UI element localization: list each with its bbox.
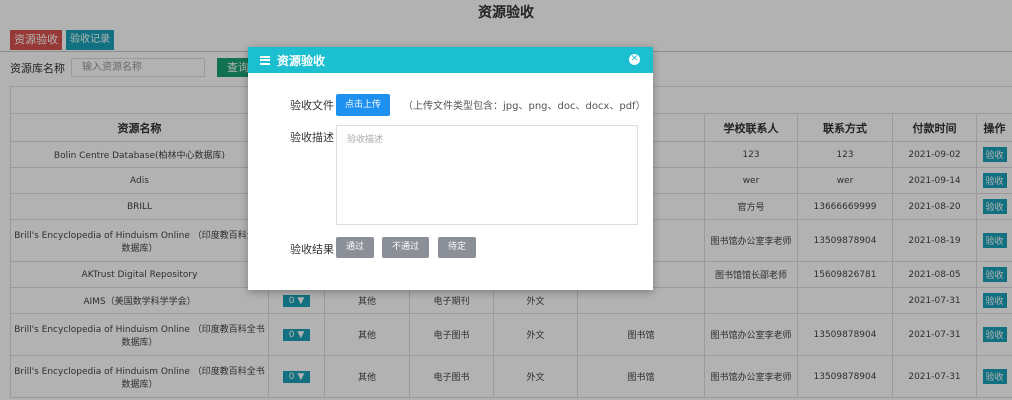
pass-button[interactable]: 通过 bbox=[336, 237, 374, 258]
fail-button[interactable]: 不通过 bbox=[382, 237, 429, 258]
upload-button[interactable]: 点击上传 bbox=[336, 94, 390, 116]
upload-note: （上传文件类型包含：jpg、png、doc、docx、pdf） bbox=[403, 101, 646, 112]
file-label: 验收文件 bbox=[290, 99, 334, 112]
close-icon[interactable]: ✕ bbox=[629, 54, 640, 65]
desc-textarea[interactable]: 验收描述 bbox=[336, 125, 638, 225]
result-label: 验收结果 bbox=[290, 243, 334, 256]
modal-title: 资源验收 bbox=[277, 53, 326, 68]
pending-button[interactable]: 待定 bbox=[438, 237, 476, 258]
modal-header: 资源验收 ✕ bbox=[248, 47, 653, 73]
list-icon bbox=[260, 55, 270, 65]
acceptance-modal: 资源验收 ✕ 验收文件 点击上传 （上传文件类型包含：jpg、png、doc、d… bbox=[248, 47, 653, 290]
desc-label: 验收描述 bbox=[290, 131, 334, 144]
